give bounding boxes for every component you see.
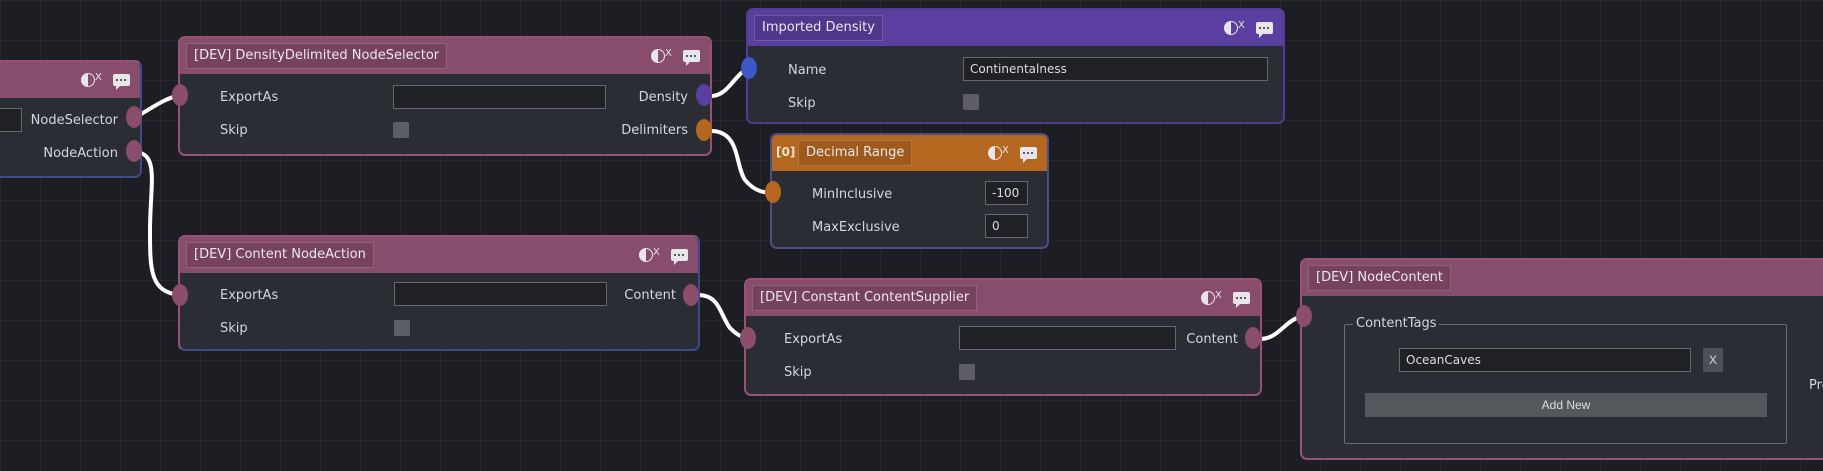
input-port-selector[interactable] bbox=[172, 84, 188, 106]
comment-icon[interactable] bbox=[1256, 22, 1273, 38]
output-port-supplier-content[interactable] bbox=[1245, 327, 1261, 349]
constant-supplier-node[interactable]: [DEV] Constant ContentSupplier X ExportA… bbox=[744, 278, 1262, 396]
comment-icon[interactable] bbox=[1020, 147, 1037, 163]
index-prefix: [0] bbox=[776, 145, 796, 159]
node-header[interactable]: [DEV] NodeContent bbox=[1302, 260, 1823, 296]
skip-label: Skip bbox=[784, 365, 812, 380]
skip-label: Skip bbox=[788, 96, 816, 111]
content-tags-group: ContentTags X Add New bbox=[1344, 316, 1787, 444]
skip-label: Skip bbox=[220, 123, 248, 138]
output-label-nodeselector: NodeSelector bbox=[30, 113, 118, 128]
node-header[interactable]: Imported Density X bbox=[748, 10, 1283, 46]
density-selector-node[interactable]: [DEV] DensityDelimited NodeSelector X Ex… bbox=[178, 36, 712, 156]
node-title: Imported Density bbox=[754, 15, 883, 41]
toggle-icon[interactable]: X bbox=[1201, 290, 1223, 305]
output-label-nodeaction: NodeAction bbox=[43, 146, 118, 161]
output-port-delimiters[interactable] bbox=[696, 119, 712, 141]
node-title: [DEV] Content NodeAction bbox=[186, 242, 374, 268]
input-port-range[interactable] bbox=[765, 181, 781, 203]
export-as-label: ExportAs bbox=[220, 90, 279, 105]
skip-checkbox[interactable] bbox=[959, 364, 975, 380]
min-inclusive-label: MinInclusive bbox=[812, 187, 893, 202]
imported-density-node[interactable]: Imported Density X Name Skip bbox=[746, 8, 1285, 124]
wire-delimiters-to-range bbox=[710, 129, 776, 195]
node-header[interactable]: [0] Decimal Range X bbox=[772, 135, 1047, 171]
node-header[interactable]: X bbox=[0, 62, 140, 98]
comment-icon[interactable] bbox=[683, 50, 700, 66]
output-label-density: Density bbox=[638, 90, 688, 105]
output-port-density[interactable] bbox=[696, 84, 712, 106]
node-title: [DEV] DensityDelimited NodeSelector bbox=[186, 43, 448, 69]
input-port-nodecontent[interactable] bbox=[1296, 305, 1312, 327]
partial-left-node[interactable]: X NodeSelector NodeAction bbox=[0, 60, 142, 178]
node-header[interactable]: [DEV] Constant ContentSupplier X bbox=[746, 280, 1260, 316]
min-inclusive-input[interactable] bbox=[985, 181, 1028, 205]
output-port-nodeselector[interactable] bbox=[126, 106, 142, 128]
toggle-icon[interactable]: X bbox=[651, 48, 673, 63]
node-title: [DEV] Constant ContentSupplier bbox=[752, 285, 978, 311]
input-port-density[interactable] bbox=[741, 57, 757, 79]
export-as-input[interactable] bbox=[959, 326, 1176, 350]
toggle-icon[interactable]: X bbox=[988, 145, 1010, 160]
name-label: Name bbox=[788, 63, 827, 78]
export-as-label: ExportAs bbox=[220, 288, 279, 303]
content-tag-input[interactable] bbox=[1399, 348, 1691, 372]
toggle-icon[interactable]: X bbox=[1224, 20, 1246, 35]
output-label-content: Content bbox=[624, 288, 676, 303]
add-new-tag-button[interactable]: Add New bbox=[1365, 393, 1767, 417]
max-exclusive-input[interactable] bbox=[985, 214, 1028, 238]
node-header[interactable]: [DEV] DensityDelimited NodeSelector X bbox=[180, 38, 710, 74]
toggle-icon[interactable]: X bbox=[639, 247, 661, 262]
export-as-label: ExportAs bbox=[784, 332, 843, 347]
truncated-property-label: Pro bbox=[1809, 378, 1823, 393]
comment-icon[interactable] bbox=[1233, 292, 1250, 308]
output-label-delimiters: Delimiters bbox=[621, 123, 688, 138]
content-tags-label: ContentTags bbox=[1353, 316, 1440, 331]
name-input[interactable] bbox=[963, 57, 1268, 81]
export-as-input[interactable] bbox=[394, 282, 607, 306]
toggle-icon[interactable]: X bbox=[81, 72, 103, 87]
input-port-action[interactable] bbox=[172, 284, 188, 306]
node-content-node[interactable]: [DEV] NodeContent ContentTags X Add New … bbox=[1300, 258, 1823, 460]
export-as-input[interactable] bbox=[393, 85, 606, 109]
skip-checkbox[interactable] bbox=[394, 320, 410, 336]
output-port-content[interactable] bbox=[683, 284, 699, 306]
comment-icon[interactable] bbox=[113, 74, 130, 90]
output-port-nodeaction[interactable] bbox=[126, 140, 142, 162]
node-title: Decimal Range bbox=[798, 140, 913, 166]
output-label-content: Content bbox=[1186, 332, 1238, 347]
input-port-supplier[interactable] bbox=[740, 327, 756, 349]
decimal-range-node[interactable]: [0] Decimal Range X MinInclusive MaxExcl… bbox=[770, 133, 1049, 249]
partial-input[interactable] bbox=[0, 108, 22, 132]
node-title: [DEV] NodeContent bbox=[1308, 265, 1452, 291]
comment-icon[interactable] bbox=[671, 249, 688, 265]
node-header[interactable]: [DEV] Content NodeAction X bbox=[180, 237, 698, 273]
max-exclusive-label: MaxExclusive bbox=[812, 220, 900, 235]
skip-checkbox[interactable] bbox=[393, 122, 409, 138]
skip-checkbox[interactable] bbox=[963, 94, 979, 110]
skip-label: Skip bbox=[220, 321, 248, 336]
remove-tag-button[interactable]: X bbox=[1703, 348, 1723, 372]
content-action-node[interactable]: [DEV] Content NodeAction X ExportAs Skip… bbox=[178, 235, 700, 351]
